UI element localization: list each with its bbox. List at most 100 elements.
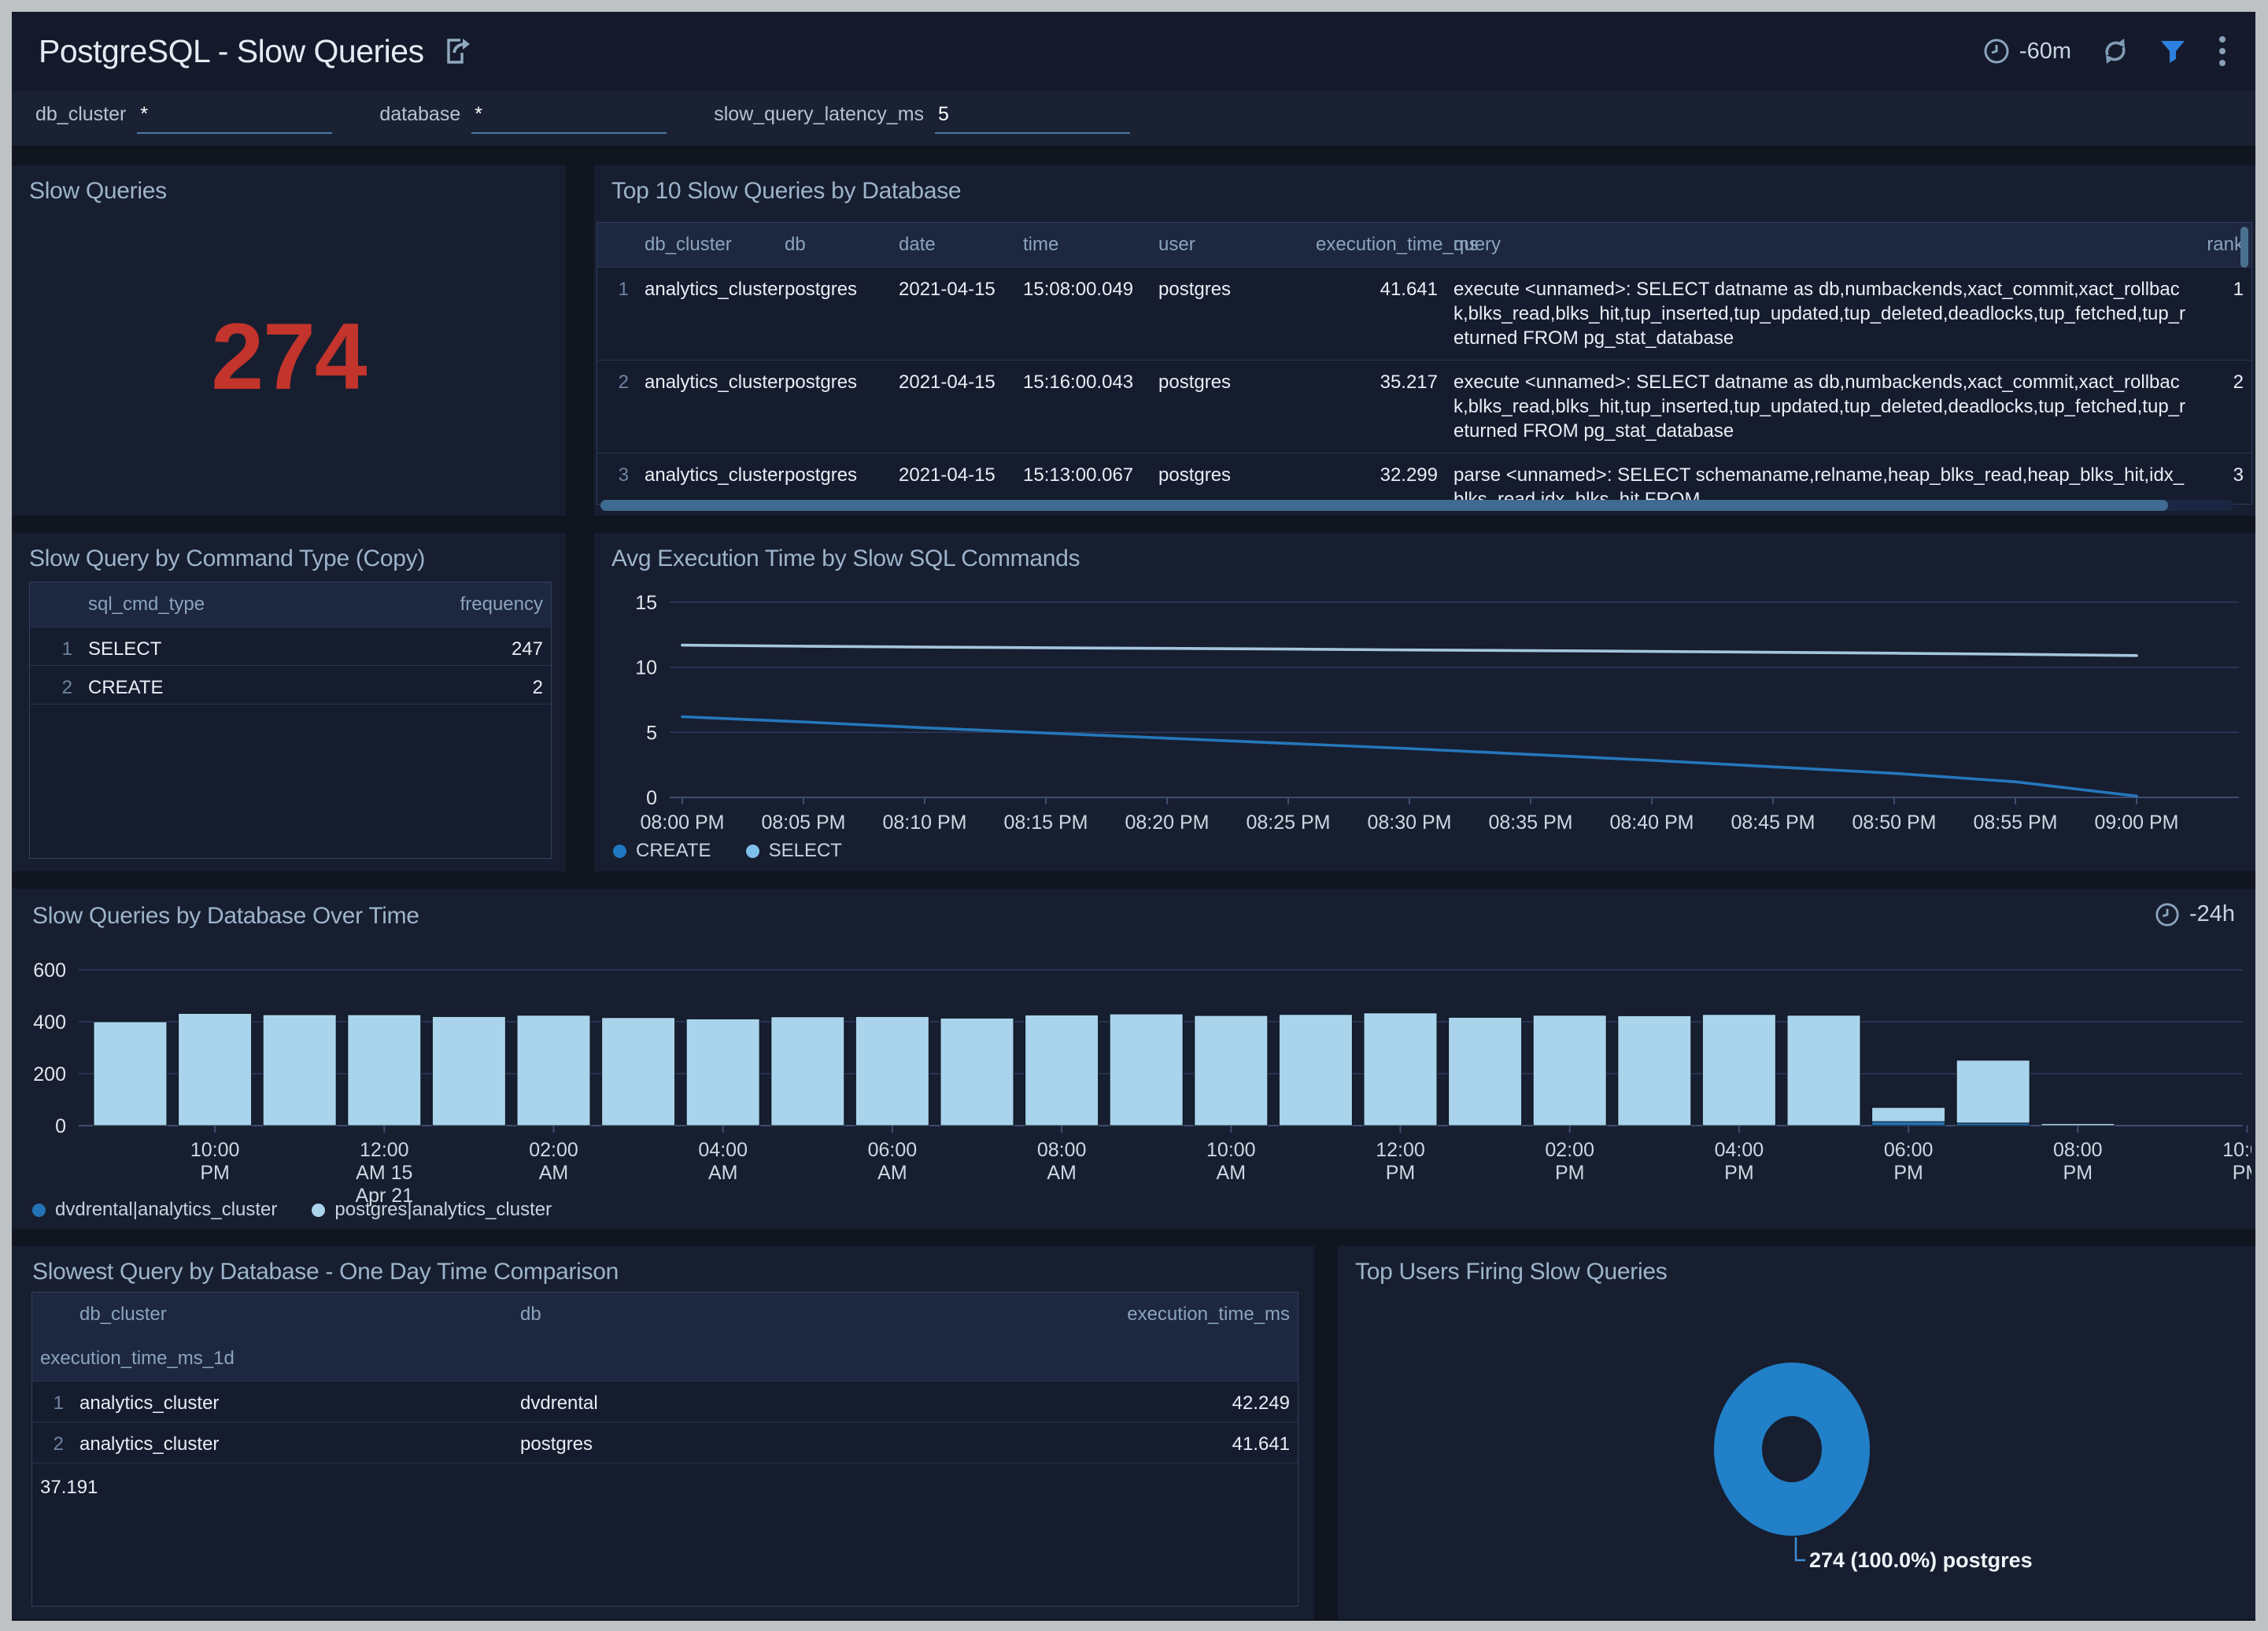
table-cell: postgres [1151,268,1308,311]
column-header[interactable]: query [1446,223,2196,267]
panel-title: Slowest Query by Database - One Day Time… [32,1259,619,1285]
top10-table: db_clusterdbdatetimeuserexecution_time_m… [597,222,2252,505]
table-row[interactable]: 2analytics_clusterpostgres41.64137.191 [32,1422,1298,1463]
column-header[interactable]: db [777,223,891,267]
column-header[interactable] [30,594,80,616]
column-header[interactable] [32,1304,72,1326]
svg-text:08:30 PM: 08:30 PM [1367,812,1451,834]
panel-command-type: Slow Query by Command Type (Copy) sql_cm… [12,533,566,871]
slow-query-latency-input[interactable]: 5 [935,103,1130,134]
legend-item[interactable]: CREATE [613,840,711,862]
legend-label: SELECT [769,840,842,862]
table-cell: 15:13:00.067 [1015,453,1151,497]
dashboard: PostgreSQL - Slow Queries -60m [12,12,2255,1621]
table-row[interactable]: 1analytics_clusterdvdrental42.249 [32,1381,1298,1422]
column-header[interactable]: execution_time_ms [1054,1293,1298,1337]
svg-text:08:35 PM: 08:35 PM [1488,812,1572,834]
legend-label: postgres|analytics_cluster [334,1199,552,1221]
table-cell: postgres [1151,453,1308,497]
column-header[interactable]: sql_cmd_type [80,582,417,627]
legend-item[interactable]: SELECT [746,840,842,862]
table-row[interactable]: 1analytics_clusterpostgres2021-04-1515:0… [597,268,2251,361]
time-range-control[interactable]: -60m [1983,38,2071,65]
svg-text:AM: AM [708,1162,738,1184]
column-header[interactable]: frequency [417,582,551,627]
db-cluster-input[interactable]: * [137,103,332,134]
vertical-scrollbar[interactable] [2240,227,2248,268]
filter-label: db_cluster [35,103,126,134]
filter-database: database * [379,103,667,134]
svg-text:04:00: 04:00 [1715,1139,1764,1161]
filter-icon[interactable] [2159,38,2186,65]
slowest-query-table: db_clusterdbexecution_time_ms execution_t… [31,1292,1298,1607]
svg-text:15: 15 [635,592,657,614]
filter-db-cluster: db_cluster * [35,103,332,134]
table-cell: postgres [777,453,891,497]
table-cell: analytics_cluster [637,361,777,404]
svg-text:06:00: 06:00 [868,1139,918,1161]
horizontal-scrollbar[interactable] [600,500,2233,511]
svg-text:12:00: 12:00 [360,1139,409,1161]
refresh-icon[interactable] [2101,37,2129,65]
kebab-menu-icon[interactable] [2216,33,2229,69]
svg-text:08:00: 08:00 [2053,1139,2103,1161]
column-header[interactable]: db_cluster [637,223,777,267]
table-header-row: db_clusterdbdatetimeuserexecution_time_m… [597,223,2251,268]
legend-dot [613,845,626,858]
panel-top10-slow-queries: Top 10 Slow Queries by Database db_clust… [594,165,2255,516]
filter-bar: db_cluster * database * slow_query_laten… [12,91,2255,146]
clock-icon [1983,38,2010,65]
header: PostgreSQL - Slow Queries -60m [12,12,2255,91]
column-header[interactable]: time [1015,223,1151,267]
column-header[interactable]: db [512,1293,1054,1337]
panel-title: Top 10 Slow Queries by Database [611,178,961,205]
header-controls: -60m [1983,33,2229,69]
svg-text:08:00: 08:00 [1037,1139,1087,1161]
column-header[interactable]: execution_time_ms [1308,223,1446,267]
table-cell: postgres [1151,361,1308,404]
table-row[interactable]: 2CREATE2 [30,666,551,705]
table-row[interactable]: 2analytics_clusterpostgres2021-04-1515:1… [597,361,2251,453]
svg-text:200: 200 [33,1063,66,1085]
legend-label: CREATE [636,840,711,862]
line-chart: 05101508:00 PM08:05 PM08:10 PM08:15 PM08… [604,579,2246,846]
column-header[interactable]: user [1151,223,1308,267]
legend-item[interactable]: postgres|analytics_cluster [312,1199,552,1221]
legend-dot [312,1204,325,1217]
donut-chart: 274 (100.0%) postgres [1338,1246,2255,1619]
legend-item[interactable]: dvdrental|analytics_cluster [32,1199,277,1221]
database-input[interactable]: * [471,103,667,134]
table-cell: postgres [777,268,891,311]
bar-chart: 020040060010:00PM12:00AM 15Apr 2102:00AM… [16,930,2251,1207]
legend-dot [746,845,759,858]
column-header[interactable]: date [891,223,1015,267]
table-cell: postgres [777,361,891,404]
column-header[interactable]: execution_time_ms_1d [32,1337,72,1381]
svg-text:PM: PM [1555,1162,1585,1184]
table-cell: 15:16:00.043 [1015,361,1151,404]
svg-text:08:10 PM: 08:10 PM [882,812,966,834]
svg-text:PM: PM [200,1162,230,1184]
column-header[interactable] [597,223,637,267]
svg-text:0: 0 [646,787,657,809]
table-row[interactable]: 1SELECT247 [30,627,551,666]
table-cell: analytics_cluster [72,1381,512,1425]
panel-slowest-query-comparison: Slowest Query by Database - One Day Time… [12,1246,1314,1619]
svg-text:04:00: 04:00 [698,1139,748,1161]
svg-text:PM: PM [1893,1162,1923,1184]
svg-text:08:50 PM: 08:50 PM [1852,812,1936,834]
table-cell: 35.217 [1308,361,1446,404]
table-row[interactable]: 3analytics_clusterpostgres2021-04-1515:1… [597,453,2251,505]
table-cell: 3 [2196,453,2251,497]
table-cell: execute <unnamed>: SELECT datname as db,… [1446,268,2196,360]
table-cell: analytics_cluster [637,453,777,497]
share-icon[interactable] [443,35,471,67]
table-cell: 2021-04-15 [891,361,1015,404]
column-header[interactable]: db_cluster [72,1293,512,1337]
table-cell: execute <unnamed>: SELECT datname as db,… [1446,361,2196,453]
svg-text:10:00: 10:00 [1206,1139,1256,1161]
panel-time-range[interactable]: -24h [2155,901,2235,927]
table-cell: dvdrental [512,1381,1054,1425]
table-cell: SELECT [80,627,417,671]
clock-icon [2155,902,2180,927]
